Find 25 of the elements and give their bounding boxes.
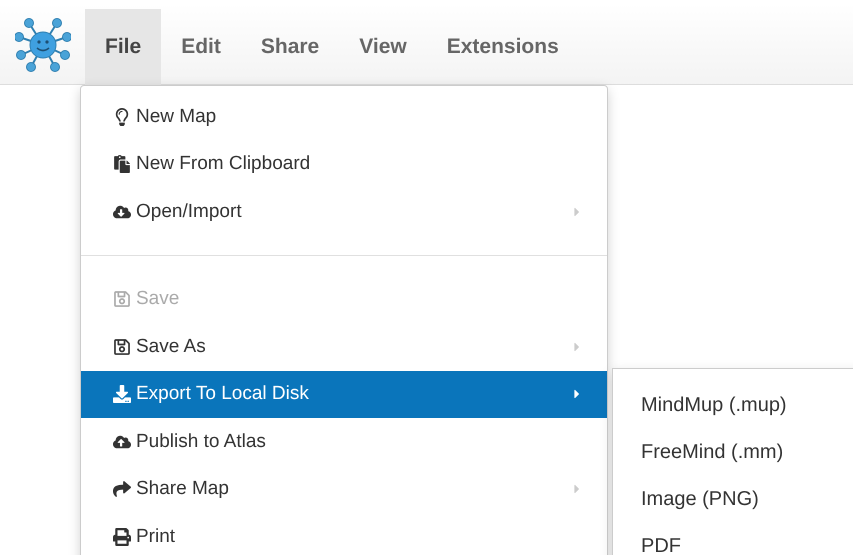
cloud-download-icon bbox=[113, 202, 131, 221]
lightbulb-icon bbox=[113, 108, 131, 126]
submenu-item[interactable]: Image (PNG) bbox=[613, 475, 853, 522]
menu-item[interactable]: Open/Import bbox=[81, 188, 607, 236]
submenu-item[interactable]: FreeMind (.mm) bbox=[613, 428, 853, 475]
submenu-item[interactable]: MindMup (.mup) bbox=[613, 381, 853, 428]
printer-icon bbox=[113, 528, 131, 546]
menu-bar-item[interactable]: Share bbox=[240, 9, 340, 85]
menu-item[interactable]: Share Map bbox=[81, 466, 607, 513]
menu-bar-item[interactable]: Extensions bbox=[426, 9, 579, 85]
cloud-upload-icon bbox=[113, 432, 131, 451]
download-icon bbox=[113, 385, 131, 404]
menu-item[interactable]: New Map bbox=[81, 93, 607, 140]
menu-item[interactable]: Save As bbox=[81, 323, 607, 370]
menu-bar-item[interactable]: Edit bbox=[161, 9, 241, 85]
menu-bar-item[interactable]: View bbox=[339, 9, 427, 85]
menu-bar-item[interactable]: File bbox=[85, 9, 162, 85]
menu-item[interactable]: New From Clipboard bbox=[81, 140, 607, 188]
share-arrow-icon bbox=[113, 480, 131, 498]
menu-item[interactable]: Publish to Atlas bbox=[81, 418, 607, 466]
paste-icon bbox=[113, 155, 131, 174]
menu-item[interactable]: Print bbox=[81, 513, 607, 555]
menu-item[interactable]: Export To Local Disk bbox=[81, 370, 607, 418]
logo-icon bbox=[14, 15, 70, 73]
submenu-item[interactable]: PDF bbox=[613, 522, 853, 555]
